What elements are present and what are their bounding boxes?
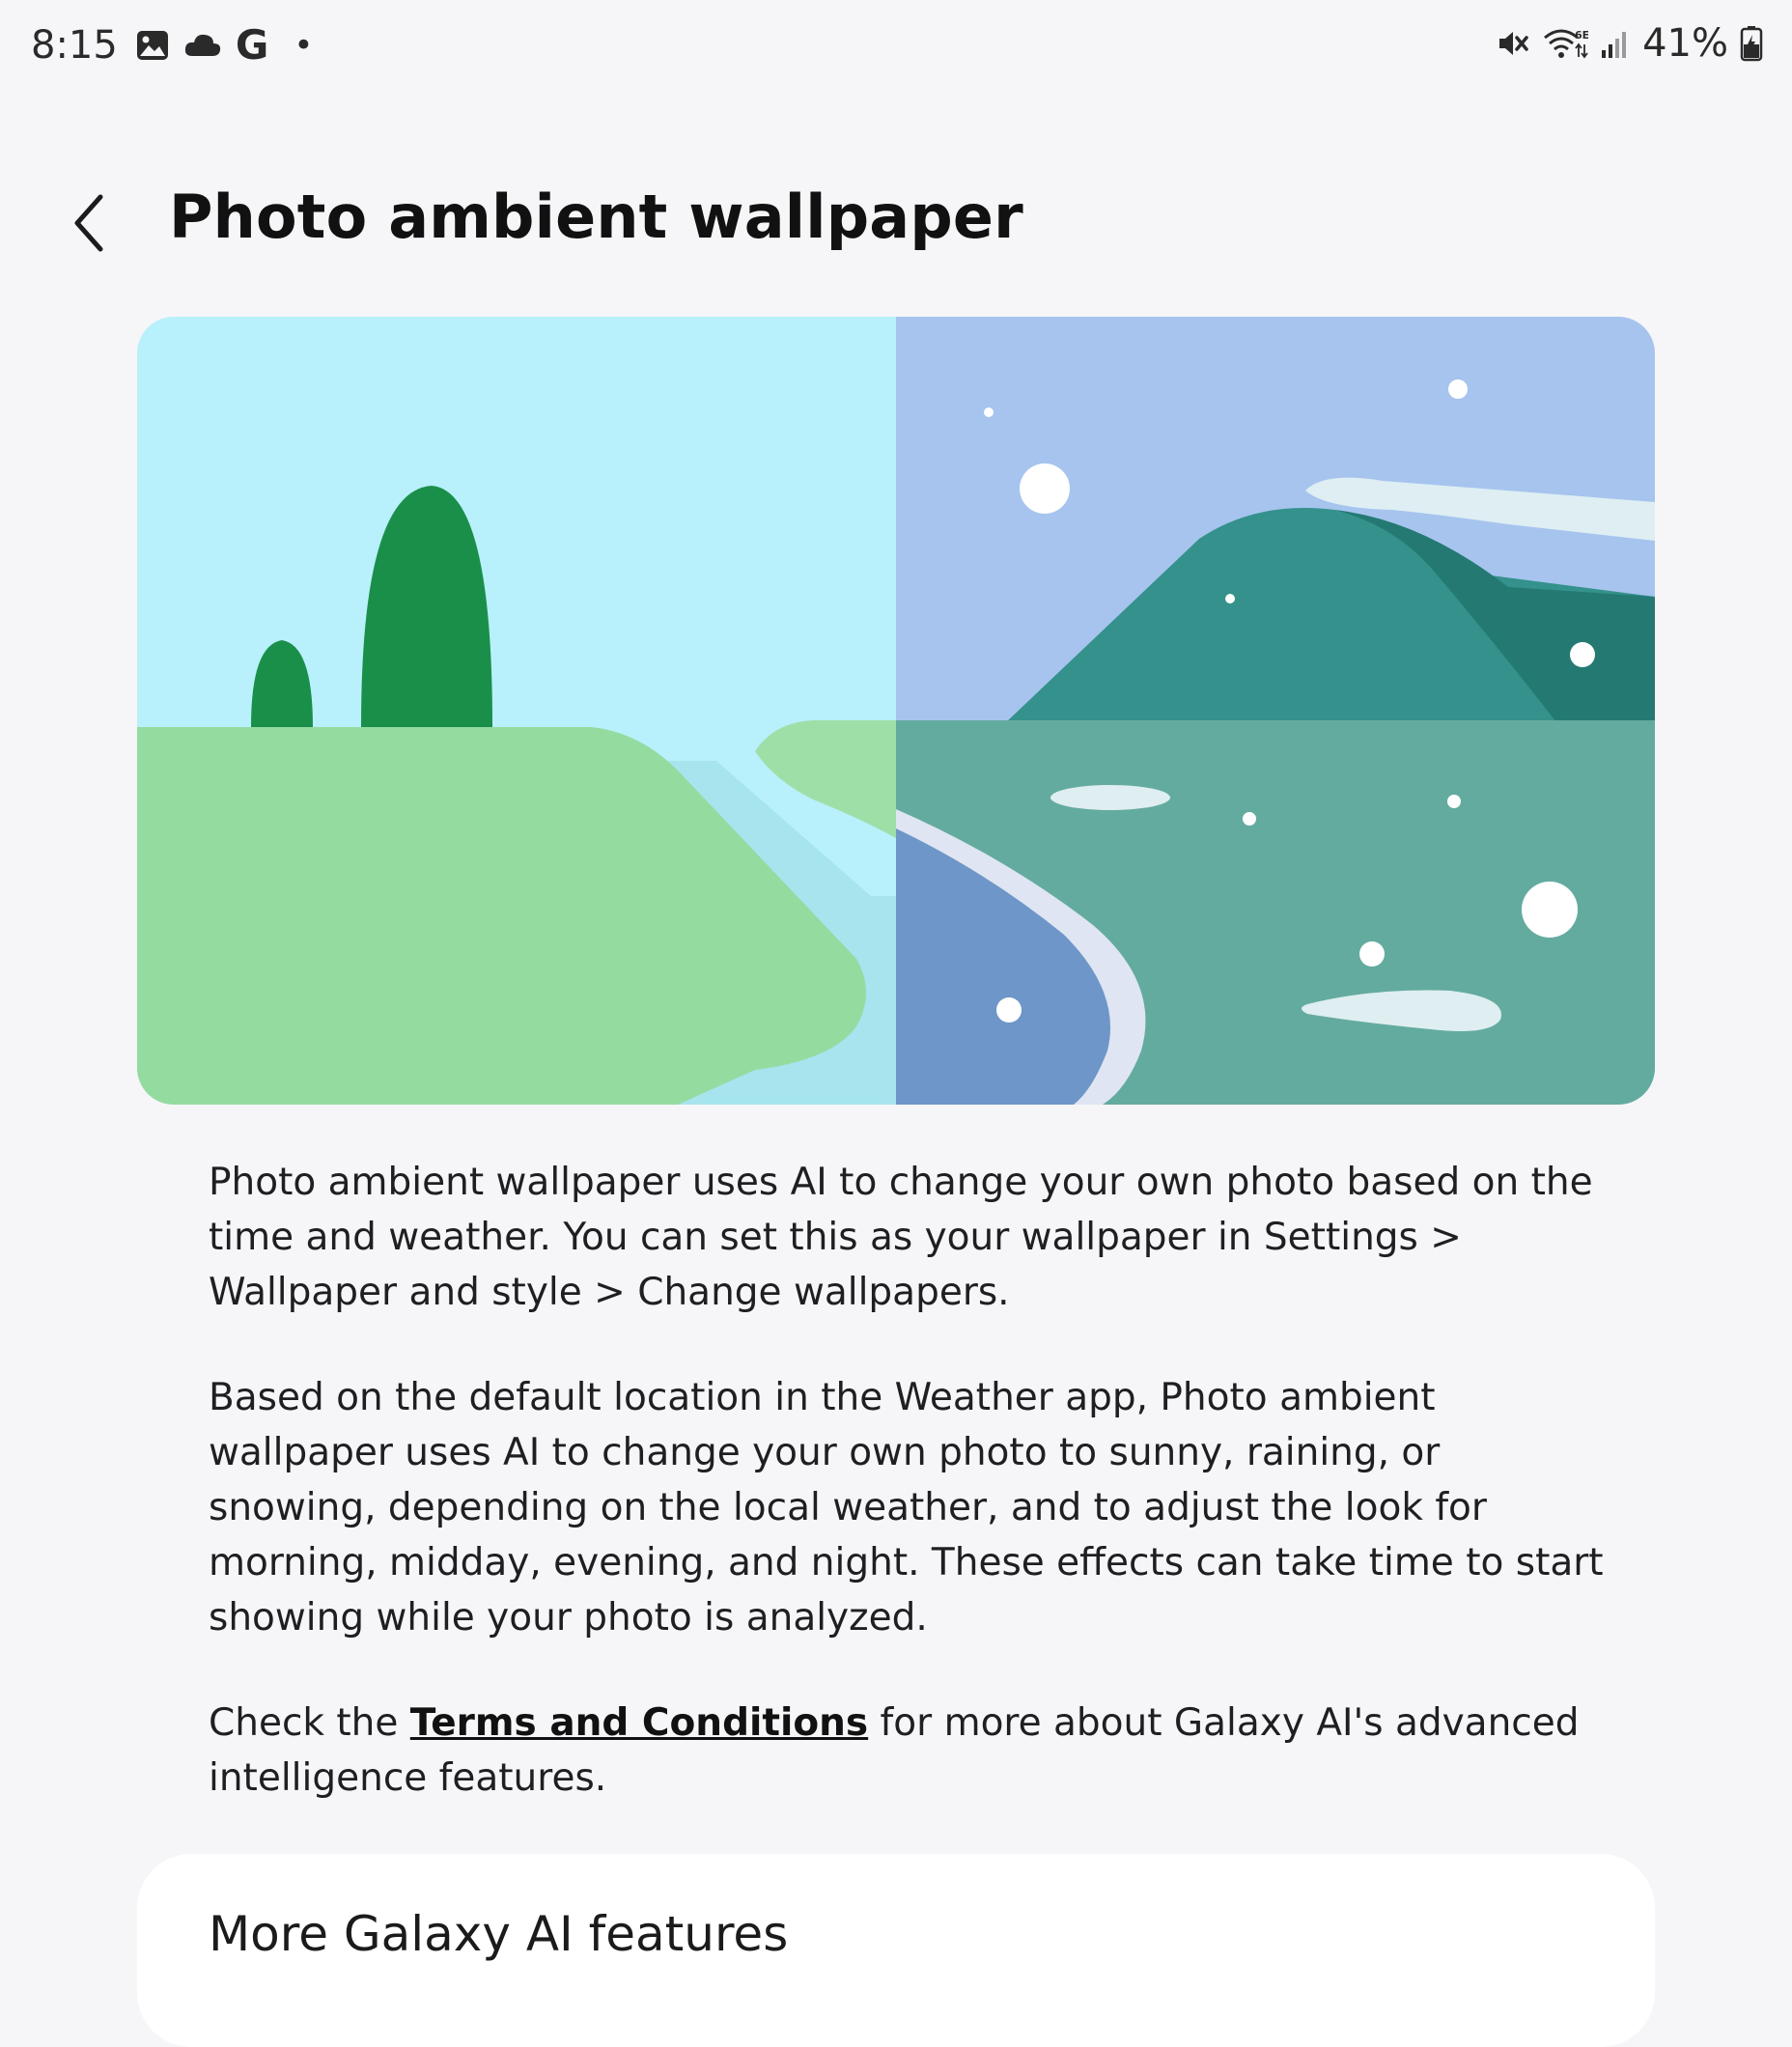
terms-paragraph: Check the Terms and Conditions for more … — [209, 1696, 1609, 1806]
app-header: Photo ambient wallpaper — [0, 174, 1792, 270]
terms-prefix: Check the — [209, 1701, 410, 1745]
status-right: 6E 41% — [1496, 21, 1763, 66]
mute-icon — [1496, 26, 1530, 61]
page-title: Photo ambient wallpaper — [169, 182, 1023, 252]
back-button[interactable] — [64, 189, 122, 257]
wifi-6e-icon: 6E — [1542, 26, 1588, 61]
more-features-label: More Galaxy AI features — [209, 1906, 789, 1962]
notification-dot-icon: • — [294, 25, 314, 65]
back-arrow-icon — [74, 194, 103, 252]
google-icon: G — [235, 21, 269, 69]
status-left: 8:15 G • — [31, 21, 313, 69]
status-time: 8:15 — [31, 22, 118, 68]
battery-icon — [1740, 25, 1763, 62]
terms-and-conditions-link[interactable]: Terms and Conditions — [410, 1701, 868, 1745]
intro-paragraph: Photo ambient wallpaper uses AI to chang… — [209, 1161, 1593, 1314]
signal-icon — [1600, 27, 1631, 60]
hero-illustration — [137, 317, 1655, 1105]
battery-percent: 41% — [1642, 21, 1728, 66]
description: Photo ambient wallpaper uses AI to chang… — [209, 1155, 1609, 1806]
details-paragraph: Based on the default location in the Wea… — [209, 1376, 1604, 1640]
gallery-icon — [135, 28, 170, 63]
status-bar: 8:15 G • 6E 41% — [0, 0, 1792, 97]
more-galaxy-ai-features-button[interactable]: More Galaxy AI features — [137, 1854, 1655, 2047]
svg-text:6E: 6E — [1575, 29, 1588, 42]
cloud-icon — [183, 30, 222, 61]
